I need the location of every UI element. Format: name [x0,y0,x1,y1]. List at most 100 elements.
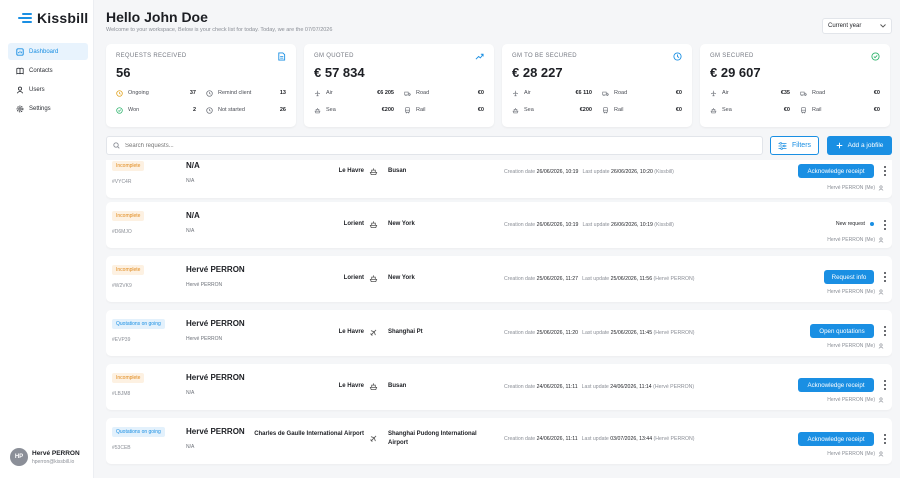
sidebar-item-users[interactable]: Users [8,81,88,98]
assignee[interactable]: Hervé PERRON (Me) [827,185,884,191]
stat-label: Road [812,90,826,96]
kpi-stat-rail: Rail €0 [800,106,880,114]
destination: New York [388,275,415,281]
customer-name: Hervé PERRON [186,319,245,328]
request-row[interactable]: Incomplete #VYC4R N/A N/A Le Havre Busan… [106,160,892,198]
app-name: Kissbill [37,10,89,26]
request-row[interactable]: Incomplete #LBJM8 Hervé PERRON N/A Le Ha… [106,364,892,410]
open-quotations-button[interactable]: Open quotations [810,324,874,338]
ship-icon [369,221,378,229]
request-row[interactable]: Quotations on going #EVP39 Hervé PERRON … [106,310,892,356]
request-status-text: New request [836,221,874,227]
sidebar-item-settings[interactable]: Settings [8,100,88,117]
kpi-card-requests[interactable]: REQUESTS RECEIVED 56 Ongoing 37 Remind c… [106,44,296,127]
request-row[interactable]: Quotations on going #53CEB Hervé PERRON … [106,418,892,464]
kpi-card-gm-secured[interactable]: GM SECURED € 29 607 Air €35 Road €0 Sea … [700,44,890,127]
kpi-card-gm-quoted[interactable]: GM QUOTED € 57 834 Air €6 205 Road €0 Se… [304,44,494,127]
kpi-stat-road: Road €0 [800,89,880,97]
kpi-title: GM SECURED [710,53,754,59]
truck-icon [404,91,411,96]
train-icon [801,106,806,113]
more-options-icon[interactable] [883,434,886,444]
stat-label: Won [128,107,140,113]
more-options-icon[interactable] [883,272,886,282]
kpi-breakdown: Air €6 205 Road €0 Sea €200 Rail €0 [314,89,484,114]
dashboard-icon [16,47,24,56]
stat-label: Rail [812,107,822,113]
period-select[interactable]: Current year [822,18,892,34]
stat-value: 37 [189,90,196,96]
assignee[interactable]: Hervé PERRON (Me) [827,451,884,457]
request-dates: Creation date 24/06/2026, 11:11 Last upda… [504,436,694,442]
origin: Le Havre [338,168,364,174]
stat-label: Road [614,90,628,96]
creation-label: Creation date [504,384,536,390]
assignee[interactable]: Hervé PERRON (Me) [827,237,884,243]
assignee[interactable]: Hervé PERRON (Me) [827,289,884,295]
assignee-name: Hervé PERRON (Me) [827,397,875,403]
sidebar-item-dashboard[interactable]: Dashboard [8,43,88,60]
user-icon [878,451,884,457]
kpi-stat-won[interactable]: Won 2 [116,106,196,114]
customer-contact: N/A [186,178,195,184]
current-user[interactable]: HP Hervé PERRON hperron@kissbill.io [10,448,80,466]
assignee[interactable]: Hervé PERRON (Me) [827,343,884,349]
creation-date: 24/06/2026, 11:11 [536,436,578,442]
plus-icon [836,142,842,149]
search-input[interactable] [125,142,725,149]
more-options-icon[interactable] [883,326,886,336]
update-by: (Hervé PERRON) [653,436,695,442]
kpi-stat-remind-client[interactable]: Remind client 13 [206,89,286,97]
more-options-icon[interactable] [883,380,886,390]
kpi-cards: REQUESTS RECEIVED 56 Ongoing 37 Remind c… [106,44,890,127]
kpi-stat-not-started[interactable]: Not started 26 [206,106,286,114]
update-label: Last update [582,330,610,336]
creation-date: 25/06/2026, 11:27 [536,276,579,282]
customer-contact: N/A [186,228,195,234]
ship-icon [369,168,378,176]
sidebar-item-label: Users [29,86,45,93]
kpi-stat-rail: Rail €0 [602,106,682,114]
kpi-value: € 28 227 [512,65,563,80]
document-icon [278,52,286,61]
stat-label: Road [416,90,430,96]
acknowledge-receipt-button[interactable]: Acknowledge receipt [798,164,874,178]
ship-icon [369,275,378,283]
sidebar-item-contacts[interactable]: Contacts [8,62,88,79]
search-bar[interactable] [106,136,763,155]
request-row[interactable]: Incomplete #D6MJO N/A N/A Lorient New Yo… [106,202,892,248]
update-date: 03/07/2026, 13:44 [610,436,653,442]
logo-mark-icon [18,12,34,24]
plane-icon [370,329,377,336]
stat-label: Sea [722,107,732,113]
kpi-value: 56 [116,65,131,80]
customer-name: N/A [186,211,200,220]
destination: New York [388,221,415,227]
customer-name: Hervé PERRON [186,265,245,274]
page-subtitle: Welcome to your workspace, Below is your… [106,27,333,33]
acknowledge-receipt-button[interactable]: Acknowledge receipt [798,432,874,446]
acknowledge-receipt-button[interactable]: Acknowledge receipt [798,378,874,392]
more-options-icon[interactable] [883,166,886,176]
customer-contact: Hervé PERRON [186,282,223,288]
request-info-button[interactable]: Request info [824,270,874,284]
app-logo[interactable]: Kissbill [18,10,88,26]
kpi-stat-ongoing[interactable]: Ongoing 37 [116,89,196,97]
assignee-name: Hervé PERRON (Me) [827,237,875,243]
status-badge: Incomplete [112,211,145,221]
sidebar-item-label: Contacts [29,67,53,74]
creation-date: 25/06/2026, 11:20 [536,330,579,336]
assignee[interactable]: Hervé PERRON (Me) [827,397,884,403]
add-jobfile-button[interactable]: Add a jobfile [827,136,892,155]
status-badge: Quotations on going [112,319,165,329]
filters-button[interactable]: Filters [770,136,819,155]
more-options-icon[interactable] [883,220,886,230]
kpi-card-gm-to-be-secured[interactable]: GM TO BE SECURED € 28 227 Air €6 110 Roa… [502,44,692,127]
ship-icon [512,107,519,113]
user-icon [878,185,884,191]
chevron-down-icon [880,24,886,28]
origin: Le Havre [338,383,364,389]
check-circle-icon [871,52,880,61]
request-row[interactable]: Incomplete #W2VK9 Hervé PERRON Hervé PER… [106,256,892,302]
kpi-stat-sea: Sea €200 [314,106,394,114]
